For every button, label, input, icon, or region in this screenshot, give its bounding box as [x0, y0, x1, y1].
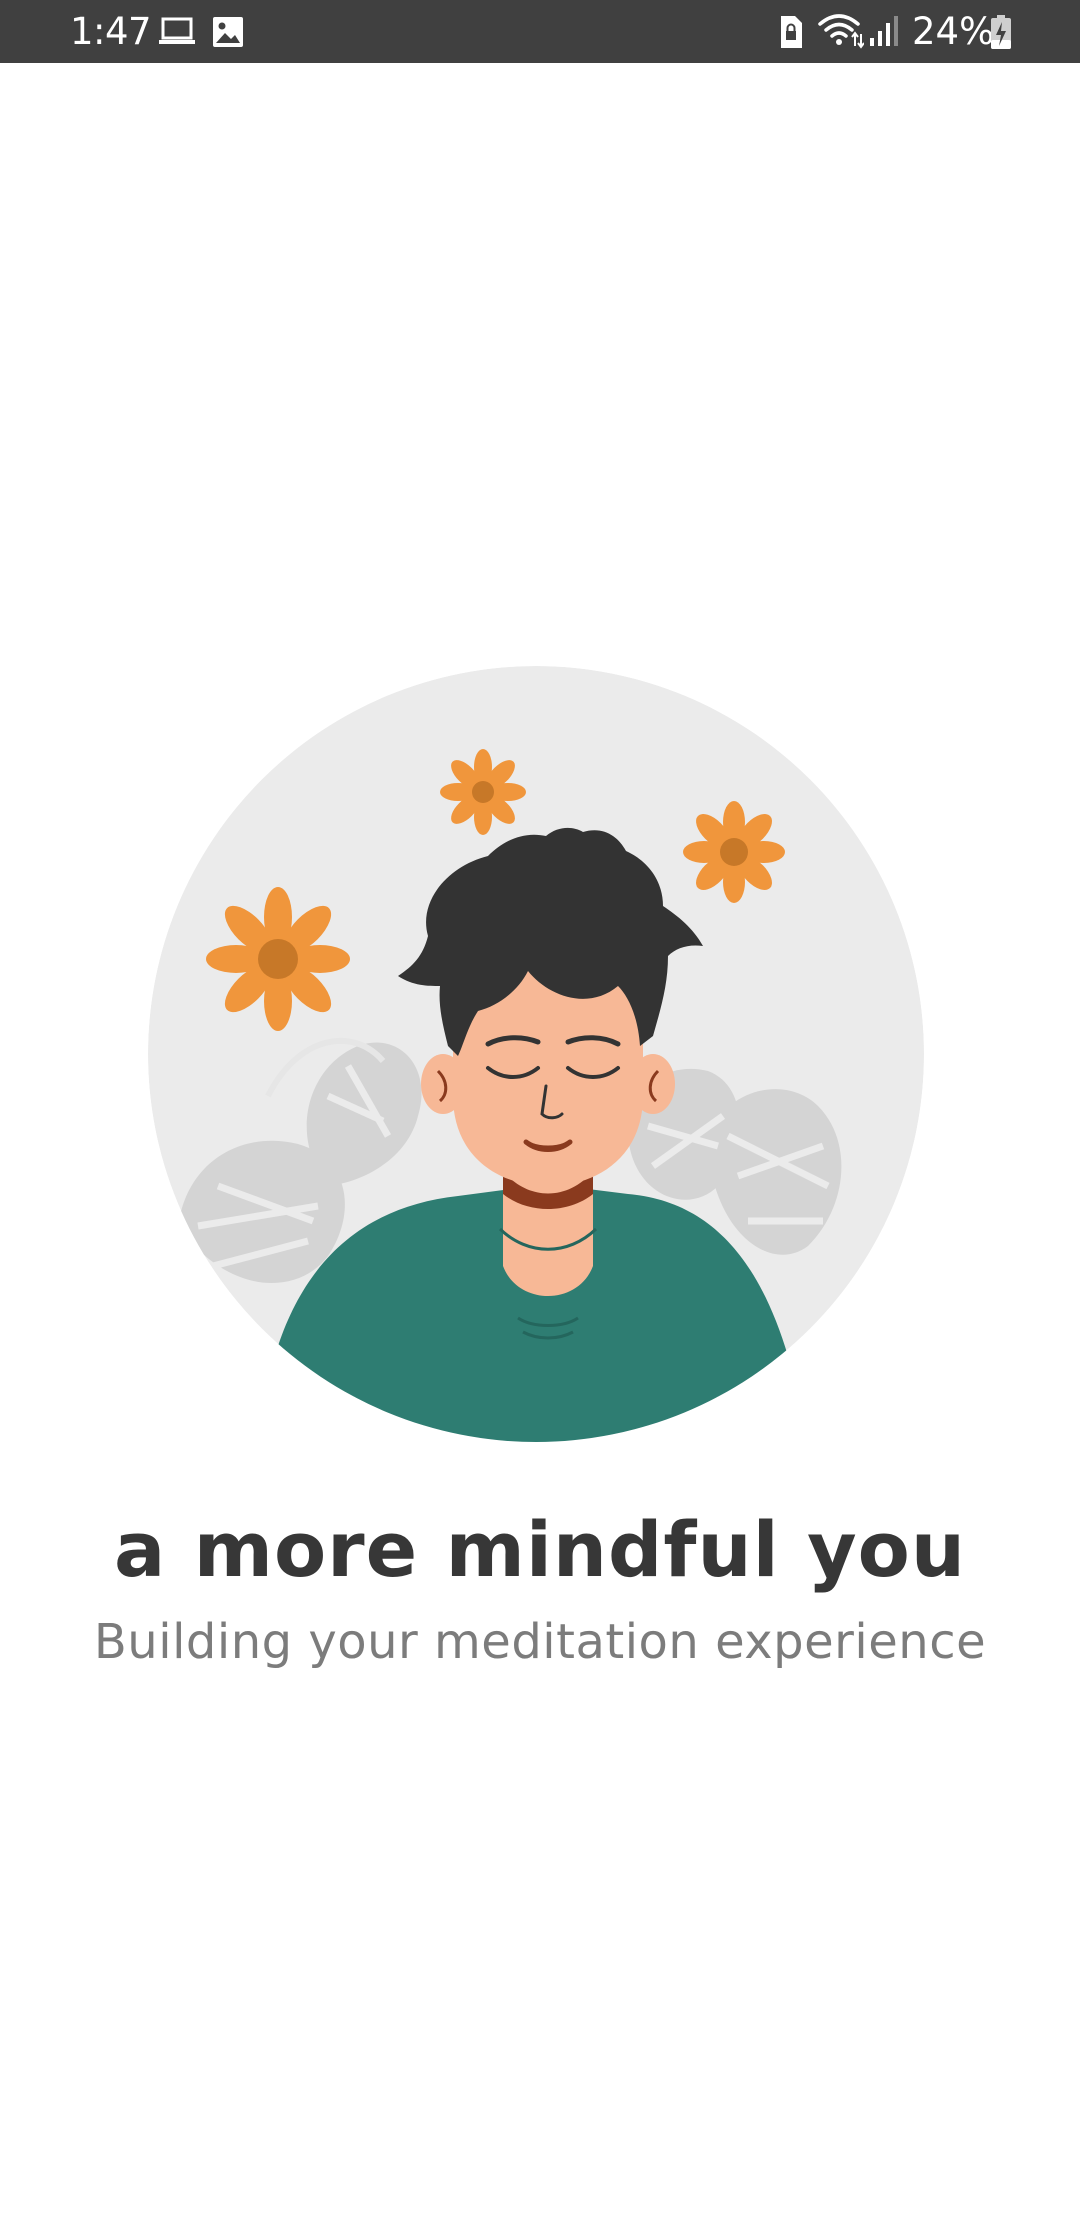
laptop-icon: [159, 17, 195, 44]
status-bar: 1:47 24%: [0, 0, 1080, 63]
battery-percentage: 24%: [912, 10, 995, 53]
image-icon: [213, 17, 243, 47]
headline: a more mindful you: [114, 1505, 966, 1594]
flower-top-icon: [440, 749, 526, 835]
subtitle: Building your meditation experience: [93, 1614, 987, 1670]
flower-large-icon: [206, 887, 350, 1031]
meditating-person-illustration: [148, 666, 924, 1442]
battery-charging-icon: [991, 15, 1011, 49]
flower-right-icon: [683, 801, 785, 903]
status-time: 1:47: [70, 10, 152, 53]
signal-icon: [870, 16, 898, 46]
wifi-icon: [818, 14, 864, 49]
sim-lock-icon: [781, 16, 802, 48]
